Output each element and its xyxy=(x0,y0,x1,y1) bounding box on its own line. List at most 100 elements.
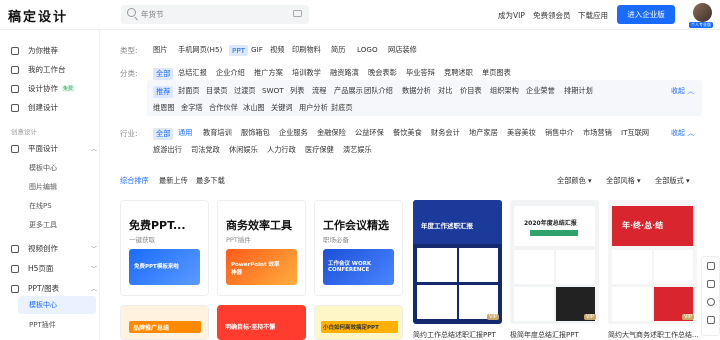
sidebar-sub-online-ps[interactable]: 在线PS xyxy=(29,201,52,211)
category-chip[interactable]: 数据分析 xyxy=(402,86,431,96)
category-chip[interactable]: 列表 xyxy=(290,86,304,96)
industry-collapse[interactable]: 收起 ︿ xyxy=(671,128,694,138)
industry-chip[interactable]: 市场营销 xyxy=(583,128,612,138)
industry-chip[interactable]: 销售中介 xyxy=(545,128,574,138)
nav-become-vip[interactable]: 成为VIP xyxy=(498,10,525,21)
category-chip[interactable]: 合作伙伴 xyxy=(209,103,238,113)
type-chip[interactable]: GIF xyxy=(251,45,263,54)
category-chip[interactable]: 价目表 xyxy=(460,86,482,96)
sidebar-item-graphic[interactable]: 平面设计 ︿ xyxy=(11,143,97,154)
layout-dropdown[interactable]: 全部版式 ▾ xyxy=(655,176,690,186)
type-chip[interactable]: 印刷物料 xyxy=(292,45,321,55)
category-chip[interactable]: 总结汇报 xyxy=(178,68,207,78)
category-chip[interactable]: 企业介绍 xyxy=(216,68,245,78)
category-chip[interactable]: 竞聘述职 xyxy=(444,68,473,78)
type-chip[interactable]: 视频 xyxy=(270,45,284,55)
sidebar-sub-template-center[interactable]: 模板中心 xyxy=(29,163,57,173)
template-thumbnail[interactable]: 年·终·总·结 VIP xyxy=(608,200,697,324)
template-card-row2[interactable]: 小白如何高效搞定PPT xyxy=(314,305,403,340)
industry-chip[interactable]: 演艺娱乐 xyxy=(343,145,372,155)
industry-chip[interactable]: 医疗保健 xyxy=(305,145,334,155)
type-chip[interactable]: LOGO xyxy=(357,45,378,54)
category-collapse[interactable]: 收起 ︿ xyxy=(671,86,694,96)
search-input[interactable] xyxy=(141,7,281,21)
industry-chip[interactable]: 公益环保 xyxy=(355,128,384,138)
type-chip[interactable]: 手机网页(H5) xyxy=(178,45,222,55)
sidebar-sub-more-tools[interactable]: 更多工具 xyxy=(29,220,57,230)
category-chip[interactable]: 推广方案 xyxy=(254,68,283,78)
category-chip[interactable]: 金字塔 xyxy=(181,103,203,113)
industry-chip[interactable]: 旅游出行 xyxy=(153,145,182,155)
industry-chip[interactable]: 地产家居 xyxy=(469,128,498,138)
category-chip[interactable]: 对比 xyxy=(438,86,452,96)
category-chip[interactable]: SWOT xyxy=(262,86,284,95)
promo-card-meeting[interactable]: 工作会议精选 职场必备 工作会议 WORK CONFERENCE xyxy=(314,200,403,296)
chat-icon[interactable] xyxy=(707,316,715,324)
category-chip[interactable]: 封面页 xyxy=(178,86,200,96)
promo-card-efficiency[interactable]: 商务效率工具 PPT插件 PowerPoint 效率神器 xyxy=(217,200,306,296)
promo-card-free-ppt[interactable]: 免费PPT... 一键获取 免费PPT模板来啦 xyxy=(120,200,209,296)
sidebar-item-recommend[interactable]: 为你推荐 xyxy=(11,45,58,56)
template-caption[interactable]: 简约工作总结述职汇报PPT xyxy=(413,330,496,340)
industry-chip[interactable]: 人力行政 xyxy=(267,145,296,155)
category-chip[interactable]: 过渡页 xyxy=(234,86,256,96)
template-thumbnail[interactable]: 2020年度总结汇报 VIP xyxy=(510,200,599,324)
industry-chip[interactable]: 服饰箱包 xyxy=(241,128,270,138)
sidebar-item-create[interactable]: 创建设计 xyxy=(11,102,58,113)
headset-icon[interactable] xyxy=(707,298,715,306)
industry-chip[interactable]: 通用 xyxy=(178,128,192,138)
category-chip[interactable]: 融资路演 xyxy=(330,68,359,78)
style-dropdown[interactable]: 全部风格 ▾ xyxy=(606,176,641,186)
feedback-icon[interactable] xyxy=(707,262,715,270)
type-chip[interactable]: 网店装修 xyxy=(388,45,417,55)
category-chip[interactable]: 推荐 xyxy=(153,86,174,98)
sidebar-sub-ppt-template-center[interactable]: 模板中心 xyxy=(29,300,57,310)
search-box[interactable] xyxy=(121,5,309,24)
template-thumbnail[interactable]: 年度工作述职汇报 VIP xyxy=(413,200,502,324)
type-chip[interactable]: 简历 xyxy=(331,45,345,55)
template-caption[interactable]: 简约大气商务述职工作总结... xyxy=(608,330,699,340)
type-chip[interactable]: PPT xyxy=(229,45,249,56)
sort-newest[interactable]: 最新上传 xyxy=(159,176,188,186)
category-chip[interactable]: 产品展示 xyxy=(334,86,363,96)
template-card-row2[interactable]: 品牌推广总结 xyxy=(120,305,209,340)
brand-logo[interactable]: 稿定设计 xyxy=(8,6,68,25)
category-chip[interactable]: 冰山图 xyxy=(243,103,265,113)
sidebar-item-ppt[interactable]: PPT/图表 ︿ xyxy=(11,283,97,294)
color-dropdown[interactable]: 全部颜色 ▾ xyxy=(557,176,592,186)
industry-chip[interactable]: 教育培训 xyxy=(203,128,232,138)
industry-chip[interactable]: 餐饮美食 xyxy=(393,128,422,138)
industry-chip[interactable]: 财务会计 xyxy=(431,128,460,138)
sidebar-item-collab[interactable]: 设计协作 免费 xyxy=(11,83,76,94)
category-chip[interactable]: 目录页 xyxy=(206,86,228,96)
category-chip[interactable]: 排期计划 xyxy=(564,86,593,96)
sort-most-download[interactable]: 最多下载 xyxy=(196,176,225,186)
category-chip[interactable]: 团队介绍 xyxy=(364,86,393,96)
category-chip[interactable]: 单页图表 xyxy=(482,68,511,78)
category-chip[interactable]: 流程 xyxy=(312,86,326,96)
category-chip[interactable]: 关键词 xyxy=(271,103,293,113)
category-chip[interactable]: 封底页 xyxy=(331,103,353,113)
sidebar-item-video[interactable]: 视频创作 ﹀ xyxy=(11,243,97,254)
industry-chip[interactable]: 美容美妆 xyxy=(507,128,536,138)
category-chip[interactable]: 用户分析 xyxy=(299,103,328,113)
industry-chip[interactable]: IT互联网 xyxy=(621,128,649,138)
camera-icon[interactable] xyxy=(293,10,302,17)
industry-chip[interactable]: 司法党政 xyxy=(191,145,220,155)
sidebar-item-workspace[interactable]: 我的工作台 xyxy=(11,64,66,75)
edit-icon[interactable] xyxy=(707,280,715,288)
sidebar-sub-image-edit[interactable]: 图片编辑 xyxy=(29,182,57,192)
category-chip[interactable]: 晚会表彰 xyxy=(368,68,397,78)
type-chip[interactable]: 图片 xyxy=(153,45,167,55)
nav-download-app[interactable]: 下载应用 xyxy=(578,10,608,21)
industry-chip[interactable]: 金融保险 xyxy=(317,128,346,138)
sort-comprehensive[interactable]: 综合排序 xyxy=(120,176,149,186)
category-chip[interactable]: 培训教学 xyxy=(292,68,321,78)
category-chip[interactable]: 组织架构 xyxy=(490,86,519,96)
template-card-row2[interactable]: 明确目标·坚持不懈 xyxy=(217,305,306,340)
sidebar-sub-ppt-plugin[interactable]: PPT插件 xyxy=(29,320,56,330)
sidebar-item-h5[interactable]: H5页面 ﹀ xyxy=(11,263,97,274)
nav-free-member[interactable]: 免费领会员 xyxy=(533,10,571,21)
category-chip[interactable]: 维恩图 xyxy=(153,103,175,113)
industry-chip[interactable]: 全部 xyxy=(153,128,174,140)
